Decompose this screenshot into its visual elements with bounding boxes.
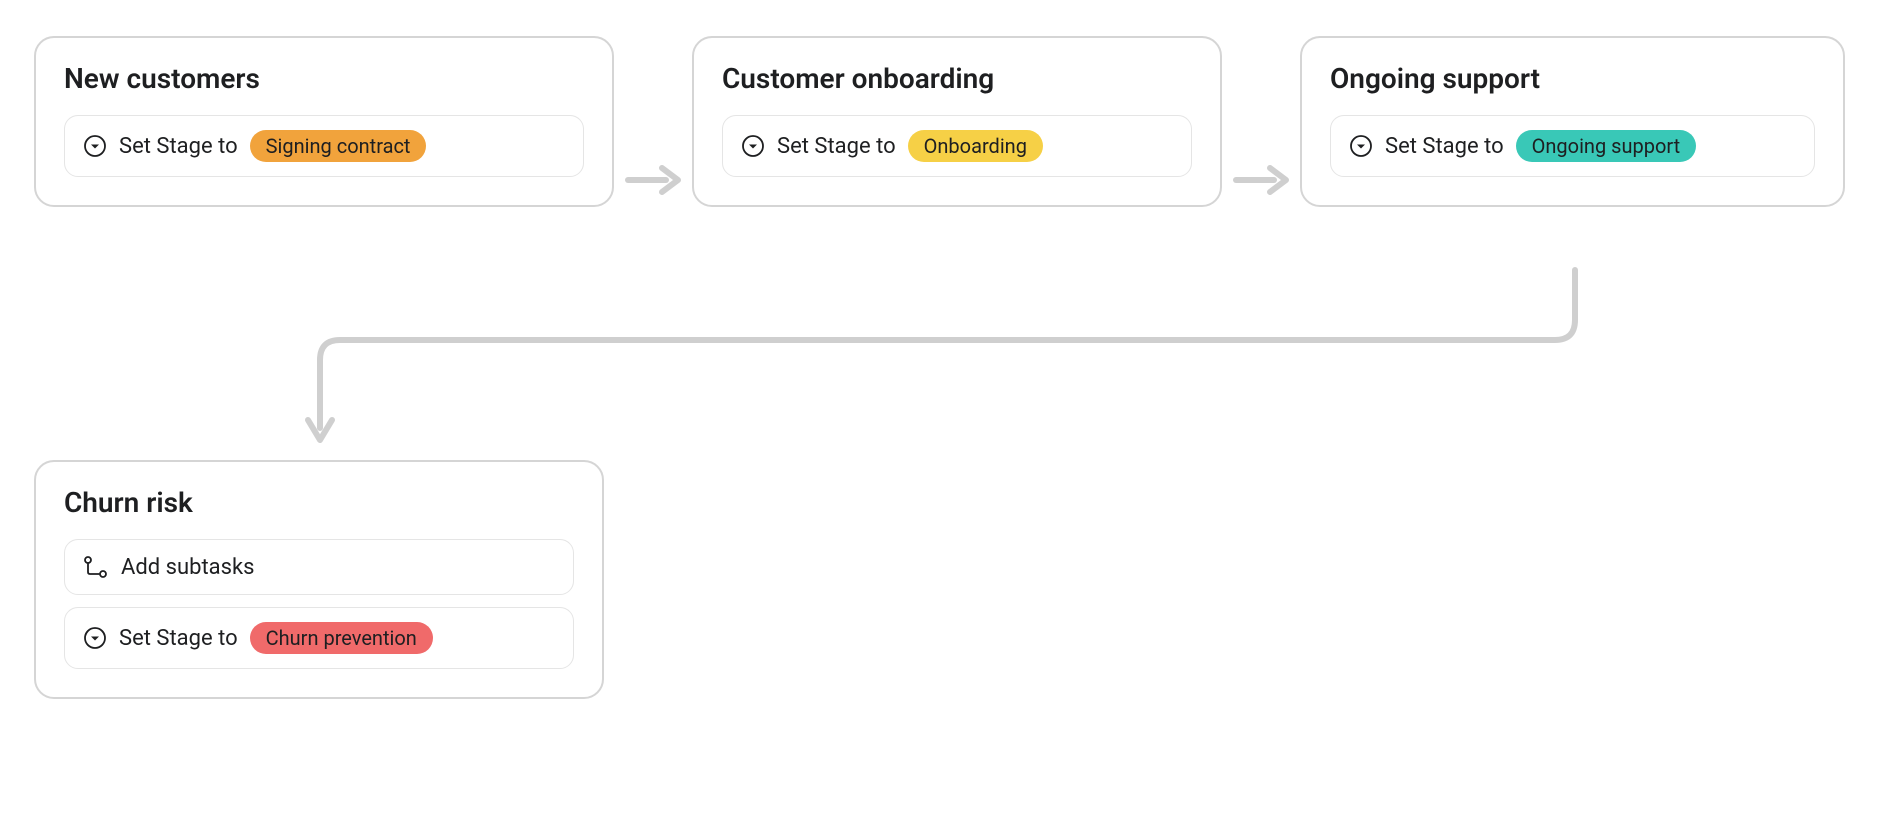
action-set-stage[interactable]: Set Stage to Churn prevention — [64, 607, 574, 669]
stage-pill: Signing contract — [250, 130, 427, 162]
action-set-stage[interactable]: Set Stage to Ongoing support — [1330, 115, 1815, 177]
card-churn-risk[interactable]: Churn risk Add subtasks Set Stage to Chu… — [34, 460, 604, 699]
arrow-right-icon — [1232, 160, 1290, 200]
stage-pill: Onboarding — [908, 130, 1043, 162]
action-label: Add subtasks — [121, 555, 254, 580]
action-set-stage[interactable]: Set Stage to Onboarding — [722, 115, 1192, 177]
action-set-stage[interactable]: Set Stage to Signing contract — [64, 115, 584, 177]
action-add-subtasks[interactable]: Add subtasks — [64, 539, 574, 595]
dropdown-circle-icon — [1349, 134, 1373, 158]
dropdown-circle-icon — [83, 134, 107, 158]
workflow-canvas: New customers Set Stage to Signing contr… — [0, 0, 1880, 828]
action-label: Set Stage to — [119, 134, 238, 159]
card-customer-onboarding[interactable]: Customer onboarding Set Stage to Onboard… — [692, 36, 1222, 207]
action-label: Set Stage to — [1385, 134, 1504, 159]
card-ongoing-support[interactable]: Ongoing support Set Stage to Ongoing sup… — [1300, 36, 1845, 207]
card-new-customers[interactable]: New customers Set Stage to Signing contr… — [34, 36, 614, 207]
action-label: Set Stage to — [777, 134, 896, 159]
arrow-right-icon — [624, 160, 682, 200]
stage-pill: Churn prevention — [250, 622, 433, 654]
card-title: Churn risk — [64, 486, 574, 519]
dropdown-circle-icon — [83, 626, 107, 650]
card-title: Customer onboarding — [722, 62, 1192, 95]
action-label: Set Stage to — [119, 626, 238, 651]
dropdown-circle-icon — [741, 134, 765, 158]
stage-pill: Ongoing support — [1516, 130, 1697, 162]
connector-down-icon — [300, 270, 1610, 460]
card-title: Ongoing support — [1330, 62, 1815, 95]
card-title: New customers — [64, 62, 584, 95]
subtask-icon — [83, 554, 109, 580]
